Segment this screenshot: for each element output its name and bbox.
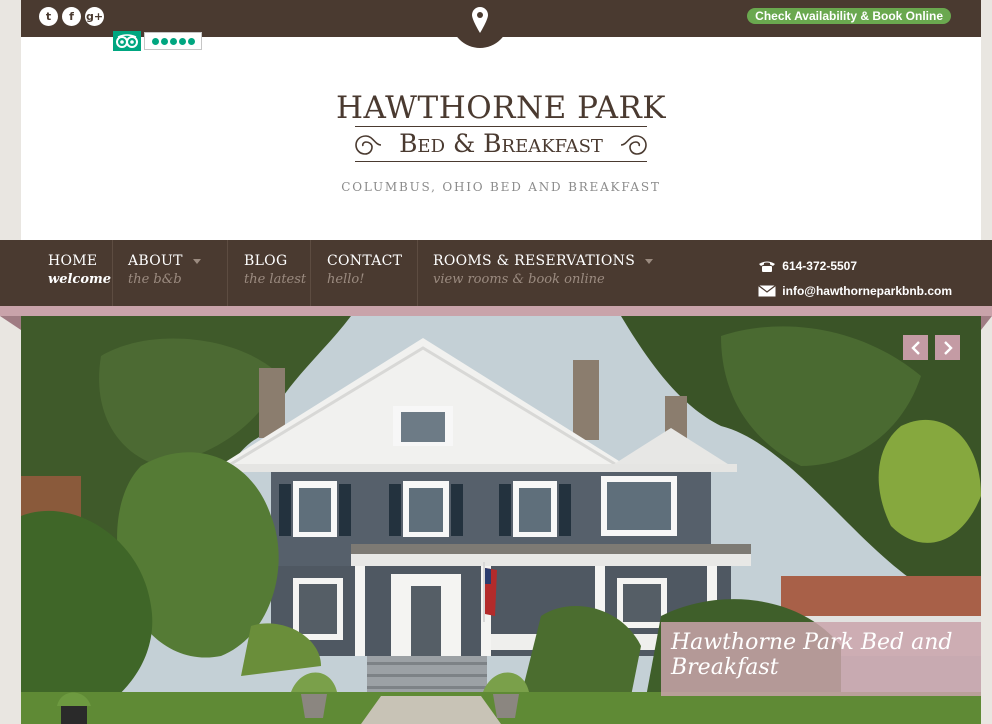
nav-label: BLOG	[244, 253, 288, 269]
nav-sublabel: view rooms & book online	[433, 272, 605, 287]
envelope-icon	[758, 284, 777, 296]
nav-item-blog[interactable]: BLOG the latest	[228, 240, 311, 306]
swirl-right-icon	[620, 135, 647, 155]
nav-label: CONTACT	[327, 253, 403, 269]
hero-slider[interactable]: Hawthorne Park Bed and Breakfast	[21, 316, 981, 724]
hero-caption: Hawthorne Park Bed and Breakfast	[661, 622, 981, 696]
chevron-left-icon	[910, 340, 920, 355]
chevron-down-icon	[645, 258, 654, 264]
nav-item-rooms[interactable]: ROOMS & RESERVATIONS view rooms & book o…	[417, 240, 654, 306]
phone-icon	[759, 261, 776, 272]
nav-item-about[interactable]: ABOUT the b&b	[112, 240, 228, 306]
social-links: t f g+	[39, 7, 104, 26]
twitter-icon[interactable]: t	[39, 7, 58, 26]
ribbon-fold-right	[981, 316, 992, 330]
nav-item-home[interactable]: HOME welcome	[32, 240, 113, 306]
tripadvisor-owl-icon	[113, 31, 141, 51]
nav-label: ROOMS & RESERVATIONS	[433, 253, 636, 269]
chevron-down-icon	[192, 258, 201, 264]
nav-sublabel: the b&b	[128, 272, 182, 287]
nav-sublabel: the latest	[244, 272, 307, 287]
logo-subtitle: Bed & Breakfast	[399, 129, 603, 158]
email-address: info@hawthorneparkbnb.com	[782, 283, 952, 298]
nav-sublabel: welcome	[48, 272, 112, 287]
nav-label: ABOUT	[128, 253, 183, 269]
hero-caption-text: Hawthorne Park Bed and Breakfast	[671, 630, 953, 680]
chevron-right-icon	[943, 340, 953, 355]
nav-label: HOME	[48, 253, 98, 269]
facebook-icon[interactable]: f	[62, 7, 81, 26]
tripadvisor-badge[interactable]	[113, 31, 202, 51]
rating-bubble	[169, 37, 177, 45]
phone-row[interactable]: 614-372-5507	[758, 253, 952, 278]
ribbon-fold-left	[0, 316, 21, 330]
check-availability-button[interactable]: Check Availability & Book Online	[747, 8, 951, 24]
accent-band	[0, 306, 992, 316]
slider-prev-button[interactable]	[903, 335, 928, 360]
main-nav: HOME welcome ABOUT the b&b BLOG the late…	[0, 240, 992, 306]
nav-sublabel: hello!	[327, 272, 365, 287]
contact-info: 614-372-5507 info@hawthorneparkbnb.com	[758, 253, 952, 303]
rating-bubble	[151, 37, 159, 45]
google-plus-icon[interactable]: g+	[85, 7, 104, 26]
slider-next-button[interactable]	[935, 335, 960, 360]
rating-bubble	[178, 37, 186, 45]
logo-subtitle-frame: Bed & Breakfast	[355, 126, 647, 162]
nav-item-contact[interactable]: CONTACT hello!	[311, 240, 418, 306]
tagline: COLUMBUS, OHIO BED AND BREAKFAST	[341, 180, 661, 194]
rating-bubble	[160, 37, 168, 45]
logo-title[interactable]: HAWTHORNE PARK	[21, 90, 981, 126]
phone-number: 614-372-5507	[782, 258, 858, 273]
tripadvisor-rating	[144, 32, 202, 50]
rating-bubble	[187, 37, 195, 45]
map-pin-icon	[472, 7, 488, 33]
email-row[interactable]: info@hawthorneparkbnb.com	[758, 278, 952, 303]
